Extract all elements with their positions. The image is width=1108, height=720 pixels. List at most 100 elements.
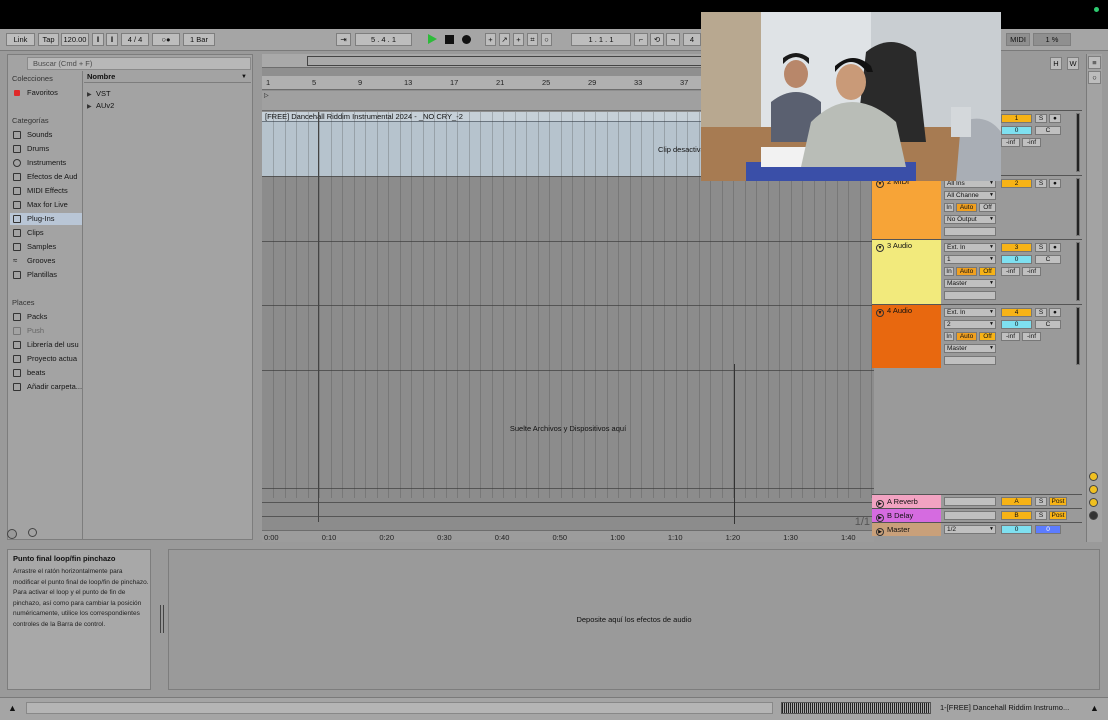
output-select[interactable]: 1/2 ▼ — [944, 525, 996, 534]
session-record-icon[interactable]: ○ — [541, 33, 552, 46]
loop-length-field[interactable]: 4 — [683, 33, 701, 46]
track-activator-button[interactable]: A — [1001, 497, 1032, 506]
pan-field[interactable]: C — [1035, 255, 1061, 264]
solo-button[interactable]: S — [1035, 179, 1047, 188]
pan-field[interactable]: C — [1035, 126, 1061, 135]
arm-button[interactable]: ● — [1049, 308, 1061, 317]
list-item[interactable]: VST — [96, 89, 111, 98]
solo-button[interactable]: S — [1035, 497, 1047, 506]
sidebar-item-favoritos[interactable]: Favoritos — [12, 87, 82, 99]
output-channel-select[interactable] — [944, 291, 996, 300]
expand-panel-icon[interactable]: ▲ — [8, 703, 18, 713]
info-toggle-icon[interactable] — [7, 529, 17, 539]
arm-button[interactable]: ● — [1049, 179, 1061, 188]
solo-button[interactable]: S — [1035, 243, 1047, 252]
time-ruler[interactable]: 0:00 0:10 0:20 0:30 0:40 0:50 1:00 1:10 1:20 1:30… — [262, 530, 874, 542]
loop-start-marker-icon[interactable]: ▷ — [264, 92, 269, 99]
stop-icon[interactable] — [445, 35, 454, 44]
sidebar-item-samples[interactable]: Samples — [12, 241, 82, 253]
track-name-header[interactable]: ▶ Master — [872, 523, 941, 536]
record-icon[interactable] — [462, 35, 471, 44]
sidebar-item-instruments[interactable]: Instruments — [12, 157, 82, 169]
link-button[interactable]: Link — [6, 33, 35, 46]
solo-button[interactable]: S — [1035, 511, 1047, 520]
post-button[interactable]: Post — [1049, 497, 1067, 506]
arm-button[interactable]: ● — [1049, 243, 1061, 252]
sidebar-item-grooves[interactable]: ≈ Grooves — [12, 255, 82, 267]
pan-field[interactable]: 0 — [1035, 525, 1061, 534]
punch-in-icon[interactable]: ⌐ — [634, 33, 648, 46]
panel-resize-handle[interactable] — [160, 605, 164, 633]
sidebar-item-max-for-live[interactable]: Max for Live — [12, 199, 82, 211]
sidebar-item-drums[interactable]: Drums — [12, 143, 82, 155]
arm-button[interactable]: ● — [1049, 114, 1061, 123]
monitor-in-button[interactable]: In — [944, 267, 954, 276]
track-name-header[interactable]: ▶ B Delay — [872, 509, 941, 522]
io-toggle-icon[interactable] — [1089, 472, 1098, 481]
fold-icon[interactable]: ▼ — [876, 180, 884, 188]
output-select[interactable] — [944, 497, 996, 506]
input-type-select[interactable]: Ext. In▼ — [944, 243, 996, 252]
arrangement-position-field[interactable]: 5 . 4 . 1 — [355, 33, 412, 46]
output-select[interactable]: No Output ▼ — [944, 215, 996, 224]
track-activator-button[interactable]: 4 — [1001, 308, 1032, 317]
return-lane-b[interactable] — [262, 502, 874, 516]
output-select[interactable]: Master▼ — [944, 279, 996, 288]
monitor-in-button[interactable]: In — [944, 203, 954, 212]
nudge-up-icon[interactable]: ‖ — [106, 33, 118, 46]
fold-icon[interactable]: ▶ — [876, 500, 884, 508]
track-activator-button[interactable]: 1 — [1001, 114, 1032, 123]
loop-start-field[interactable]: 1 . 1 . 1 — [571, 33, 631, 46]
sends-toggle-icon[interactable] — [1089, 485, 1098, 494]
input-type-select[interactable]: Ext. In▼ — [944, 308, 996, 317]
monitor-off-button[interactable]: Off — [979, 332, 996, 341]
overdub-icon[interactable]: + — [485, 33, 496, 46]
monitor-auto-button[interactable]: Auto — [956, 332, 977, 341]
returns-toggle-icon[interactable] — [1089, 498, 1098, 507]
re-enable-automation-icon[interactable]: + — [513, 33, 524, 46]
automation-arm-icon[interactable]: ↗ — [499, 33, 510, 46]
sidebar-item-push[interactable]: Push — [12, 325, 82, 337]
metronome-button[interactable]: ○● — [152, 33, 180, 46]
volume-field[interactable]: 0 — [1001, 525, 1032, 534]
sidebar-item-sounds[interactable]: Sounds — [12, 129, 82, 141]
follow-icon[interactable]: ⇥ — [336, 33, 351, 46]
clip-waveform-thumbnail[interactable] — [781, 702, 931, 714]
name-column-header[interactable]: Nombre ▼ — [84, 71, 251, 83]
output-select[interactable] — [944, 511, 996, 520]
metronome-quantize-select[interactable]: 1 Bar — [183, 33, 215, 46]
fold-icon[interactable]: ▶ — [876, 528, 884, 536]
monitor-auto-button[interactable]: Auto — [956, 267, 977, 276]
expand-panel-icon[interactable]: ▲ — [1090, 703, 1100, 713]
solo-button[interactable]: S — [1035, 308, 1047, 317]
output-channel-select[interactable] — [944, 227, 996, 236]
fold-icon[interactable]: ▼ — [876, 244, 884, 252]
sidebar-item-plug-ins[interactable]: Plug-Ins — [10, 213, 82, 225]
mixer-toggle-icon[interactable] — [1089, 511, 1098, 520]
volume-field[interactable]: 0 — [1001, 320, 1032, 329]
monitor-off-button[interactable]: Off — [979, 203, 996, 212]
volume-field[interactable]: 0 — [1001, 255, 1032, 264]
sidebar-item-current-project[interactable]: Proyecto actua — [12, 353, 82, 365]
monitor-in-button[interactable]: In — [944, 332, 954, 341]
pan-field[interactable]: C — [1035, 320, 1061, 329]
capture-icon[interactable]: ⌗ — [527, 33, 538, 46]
input-channel-select[interactable]: 2 ▼ — [944, 320, 996, 329]
monitor-auto-button[interactable]: Auto — [956, 203, 977, 212]
expand-icon[interactable]: ▶ — [87, 103, 92, 110]
track-name-header[interactable]: ▼ 2 MIDI — [872, 176, 941, 239]
sidebar-item-add-folder[interactable]: Añadir carpeta... — [12, 381, 82, 393]
tempo-field[interactable]: 120.00 — [61, 33, 89, 46]
output-select[interactable]: Master▼ — [944, 344, 996, 353]
fold-icon[interactable]: ▼ — [876, 309, 884, 317]
clip-view-icon[interactable]: ○ — [1088, 71, 1101, 84]
search-input[interactable]: Buscar (Cmd + F) — [27, 57, 251, 70]
expand-icon[interactable]: ▶ — [87, 91, 92, 98]
track-name-header[interactable]: ▼ 3 Audio — [872, 240, 941, 304]
sidebar-item-user-library[interactable]: Librería del usu — [12, 339, 82, 351]
sidebar-item-plantillas[interactable]: Plantillas — [12, 269, 82, 281]
tap-button[interactable]: Tap — [38, 33, 59, 46]
device-view[interactable]: Deposite aquí los efectos de audio — [168, 549, 1100, 690]
hide-panel-icon[interactable]: ≡ — [1088, 56, 1101, 69]
input-channel-select[interactable]: 1▼ — [944, 255, 996, 264]
